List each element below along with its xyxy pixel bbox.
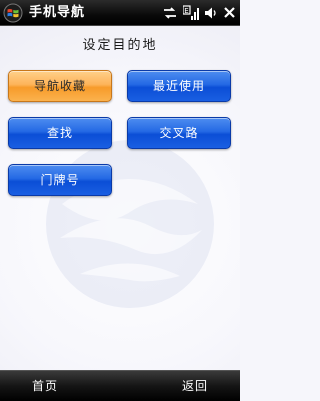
connectivity-icon[interactable] bbox=[162, 6, 178, 20]
main-content: 设定目的地 导航收藏 最近使用 查找 交叉路 门牌号 bbox=[0, 26, 240, 370]
page-title: 设定目的地 bbox=[82, 38, 158, 53]
signal-icon[interactable]: E bbox=[183, 4, 199, 21]
intersection-button[interactable]: 交叉路 bbox=[127, 117, 231, 149]
china-mobile-logo-watermark bbox=[46, 140, 214, 308]
windows-start-icon[interactable] bbox=[3, 3, 23, 23]
svg-text:E: E bbox=[184, 7, 188, 15]
recent-button[interactable]: 最近使用 bbox=[127, 70, 231, 102]
home-softkey[interactable]: 首页 bbox=[32, 378, 58, 394]
search-button[interactable]: 查找 bbox=[8, 117, 112, 149]
house-number-button[interactable]: 门牌号 bbox=[8, 164, 112, 196]
back-softkey[interactable]: 返回 bbox=[182, 378, 208, 394]
softkey-bar: 首页 返回 bbox=[0, 370, 240, 401]
volume-icon[interactable] bbox=[204, 6, 218, 20]
close-icon[interactable] bbox=[223, 6, 236, 19]
favorites-button[interactable]: 导航收藏 bbox=[8, 70, 112, 102]
app-title: 手机导航 bbox=[29, 5, 86, 20]
system-tray: E bbox=[162, 4, 236, 21]
status-bar: 手机导航 E bbox=[0, 0, 240, 26]
